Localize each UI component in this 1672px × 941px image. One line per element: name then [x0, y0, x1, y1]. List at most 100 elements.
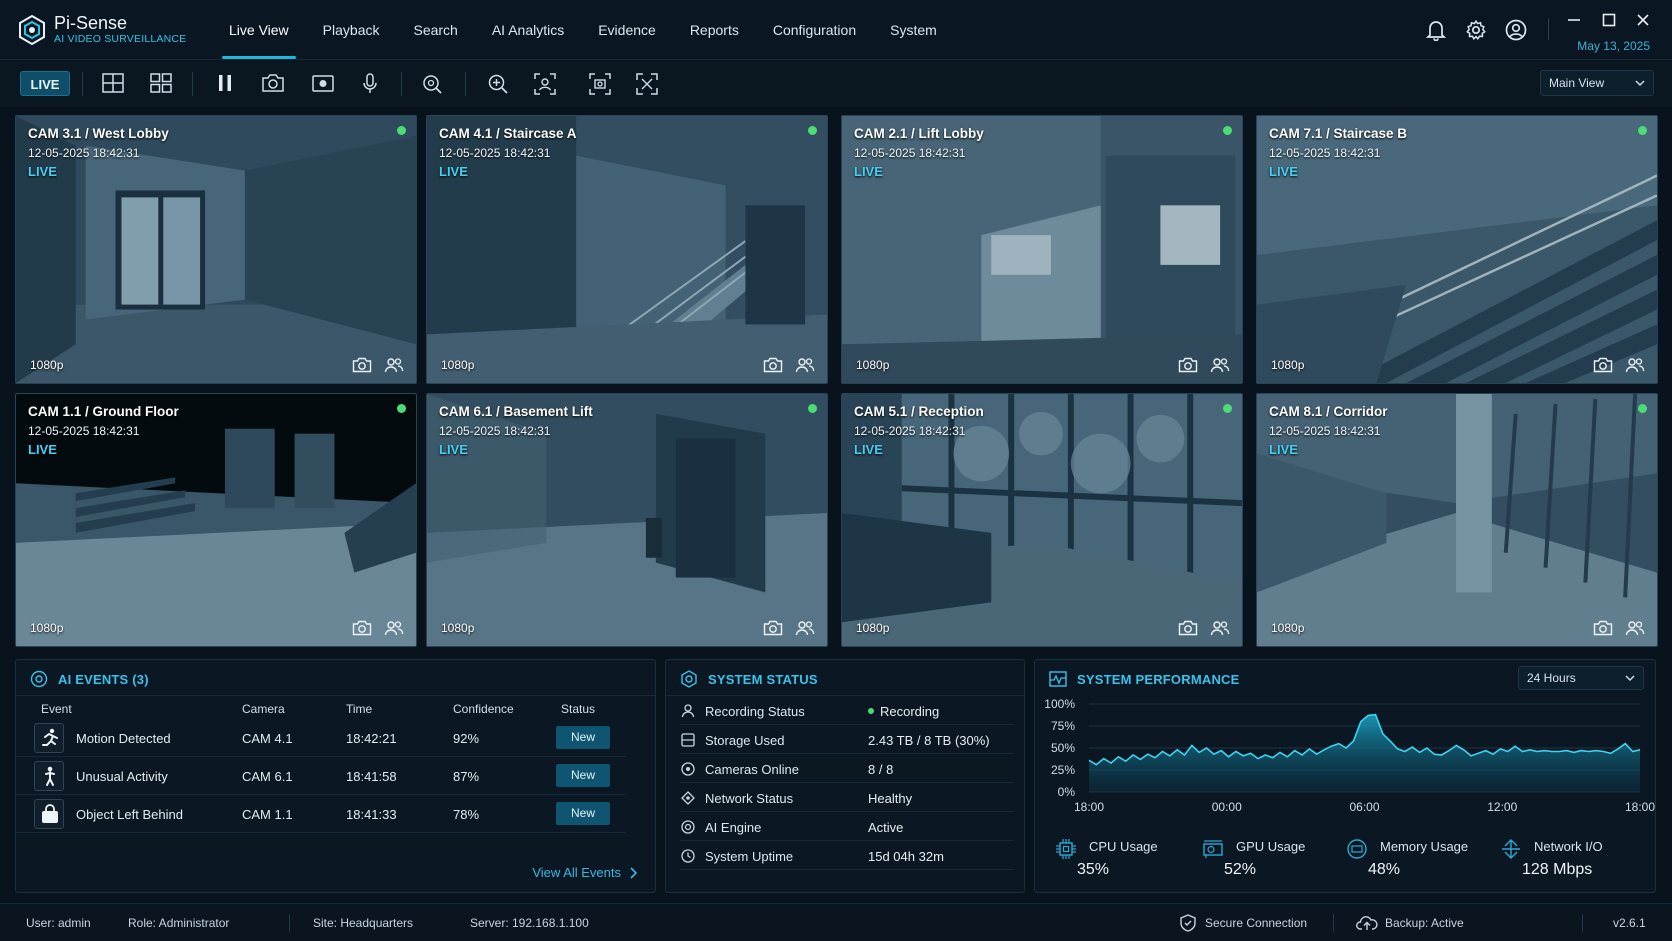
camera-snapshot-icon[interactable] [1178, 357, 1198, 373]
live-button[interactable]: LIVE [20, 71, 70, 96]
status-value-text: 15d 04h 32m [868, 849, 944, 864]
nav-reports[interactable]: Reports [673, 0, 756, 60]
nav-playback[interactable]: Playback [306, 0, 397, 60]
camera-timestamp: 12-05-2025 18:42:31 [439, 424, 551, 438]
nav-ai-analytics[interactable]: AI Analytics [475, 0, 581, 60]
camera-tile[interactable]: CAM 7.1 / Staircase B 12-05-2025 18:42:31… [1256, 115, 1658, 384]
camera-snapshot-icon[interactable] [763, 357, 783, 373]
view-select[interactable]: Main View [1540, 70, 1654, 96]
people-detect-icon[interactable] [1210, 620, 1230, 636]
camera-snapshot-icon[interactable] [763, 620, 783, 636]
camera-tile[interactable]: CAM 2.1 / Lift Lobby 12-05-2025 18:42:31 L… [841, 115, 1243, 384]
camera-tile[interactable]: CAM 4.1 / Staircase A 12-05-2025 18:42:31… [426, 115, 828, 384]
performance-title: SYSTEM PERFORMANCE [1077, 671, 1240, 687]
app-logo[interactable]: Pi-Sense AI VIDEO SURVEILLANCE [18, 14, 186, 46]
main-nav: Live View Playback Search AI Analytics E… [212, 0, 954, 60]
people-detect-icon[interactable] [1625, 357, 1645, 373]
bell-icon[interactable] [1426, 19, 1446, 41]
capture-frame-icon[interactable] [589, 73, 611, 95]
nav-configuration[interactable]: Configuration [756, 0, 873, 60]
chart-y-tick-label: 75% [1051, 719, 1075, 733]
camera-snapshot-icon[interactable] [352, 357, 372, 373]
event-row[interactable]: Motion Detected CAM 4.1 18:42:21 92% New [16, 719, 626, 757]
camera-snapshot-icon[interactable] [1593, 620, 1613, 636]
maximize-icon[interactable] [1602, 13, 1616, 27]
layout-2x2-icon[interactable] [102, 73, 124, 93]
status-label: Cameras Online [705, 762, 799, 777]
zoom-in-icon[interactable] [487, 73, 509, 95]
col-camera: Camera [242, 702, 285, 716]
ai-engine-icon [681, 820, 695, 834]
people-detect-icon[interactable] [384, 357, 404, 373]
metric-value: 128 Mbps [1522, 861, 1593, 878]
col-status: Status [561, 702, 596, 716]
pause-icon[interactable] [216, 73, 234, 93]
camera-live-label: LIVE [854, 442, 883, 457]
camera-snapshot-icon[interactable] [352, 620, 372, 636]
snapshot-icon[interactable] [261, 73, 285, 93]
event-time: 18:42:21 [346, 731, 397, 746]
camera-tile[interactable]: CAM 1.1 / Ground Floor 12-05-2025 18:42:3… [15, 393, 417, 647]
logo-icon [19, 15, 45, 45]
people-detect-icon[interactable] [795, 357, 815, 373]
chart-y-tick-label: 50% [1051, 741, 1075, 755]
people-detect-icon[interactable] [1210, 357, 1230, 373]
camera-tile[interactable]: CAM 8.1 / Corridor 12-05-2025 18:42:31 LIV… [1256, 393, 1658, 647]
status-divider [1582, 914, 1583, 932]
time-range-select[interactable]: 24 Hours [1518, 666, 1644, 690]
event-camera: CAM 6.1 [242, 769, 293, 784]
face-detect-icon[interactable] [534, 73, 556, 95]
camera-tile[interactable]: CAM 5.1 / Reception 12-05-2025 18:42:31 LI… [841, 393, 1243, 647]
status-bar: User: admin Role: Administrator Site: He… [0, 903, 1672, 941]
toolbar: LIVE Main View [0, 61, 1672, 107]
user-account-icon[interactable] [1505, 19, 1527, 41]
event-status-badge[interactable]: New [556, 764, 610, 787]
camera-tile[interactable]: CAM 3.1 / West Lobby 12-05-2025 18:42:31 L… [15, 115, 417, 384]
ai-search-icon[interactable] [421, 73, 443, 95]
camera-live-label: LIVE [854, 164, 883, 179]
event-status-badge[interactable]: New [556, 802, 610, 825]
nav-system[interactable]: System [873, 0, 954, 60]
people-detect-icon[interactable] [1625, 620, 1645, 636]
record-icon[interactable] [311, 73, 335, 93]
camera-online-indicator [808, 126, 817, 135]
layout-grid-icon[interactable] [150, 73, 172, 93]
microphone-icon[interactable] [361, 73, 379, 95]
toolbar-divider [465, 72, 466, 96]
camera-snapshot-icon[interactable] [1178, 620, 1198, 636]
camera-resolution: 1080p [856, 358, 890, 372]
camera-timestamp: 12-05-2025 18:42:31 [28, 424, 140, 438]
metric-label: Network I/O [1534, 839, 1603, 854]
event-status-badge[interactable]: New [556, 726, 610, 749]
minimize-icon[interactable] [1567, 13, 1581, 27]
camera-title: CAM 1.1 / Ground Floor [28, 404, 179, 419]
close-icon[interactable] [1636, 13, 1650, 27]
fullscreen-icon[interactable] [636, 73, 658, 95]
nav-evidence[interactable]: Evidence [581, 0, 673, 60]
gear-icon[interactable] [1465, 19, 1487, 41]
nav-search[interactable]: Search [396, 0, 474, 60]
current-date: May 13, 2025 [1577, 39, 1650, 53]
people-detect-icon[interactable] [795, 620, 815, 636]
camera-live-label: LIVE [1269, 164, 1298, 179]
nav-live-view[interactable]: Live View [212, 0, 306, 60]
camera-timestamp: 12-05-2025 18:42:31 [439, 146, 551, 160]
event-row[interactable]: Object Left Behind CAM 1.1 18:41:33 78% New [16, 795, 626, 833]
people-detect-icon[interactable] [384, 620, 404, 636]
chart-x-tick-label: 18:00 [1074, 800, 1104, 814]
chart-y-tick-label: 0% [1058, 785, 1076, 799]
event-row[interactable]: Unusual Activity CAM 6.1 18:41:58 87% New [16, 757, 626, 795]
storage-icon [681, 733, 695, 747]
cloud-backup-icon [1356, 916, 1378, 930]
app-header: Pi-Sense AI VIDEO SURVEILLANCE Live View… [0, 0, 1672, 60]
status-label: Recording Status [705, 704, 805, 719]
camera-live-label: LIVE [28, 164, 57, 179]
event-time: 18:41:58 [346, 769, 397, 784]
view-all-events-link[interactable]: View All Events [532, 865, 637, 880]
cpu-icon [1056, 839, 1076, 859]
chevron-right-icon [630, 866, 637, 879]
status-value: Recording [868, 704, 939, 719]
system-status-panel: SYSTEM STATUS Recording Status Recording S… [665, 659, 1025, 893]
camera-tile[interactable]: CAM 6.1 / Basement Lift 12-05-2025 18:42:… [426, 393, 828, 647]
camera-snapshot-icon[interactable] [1593, 357, 1613, 373]
